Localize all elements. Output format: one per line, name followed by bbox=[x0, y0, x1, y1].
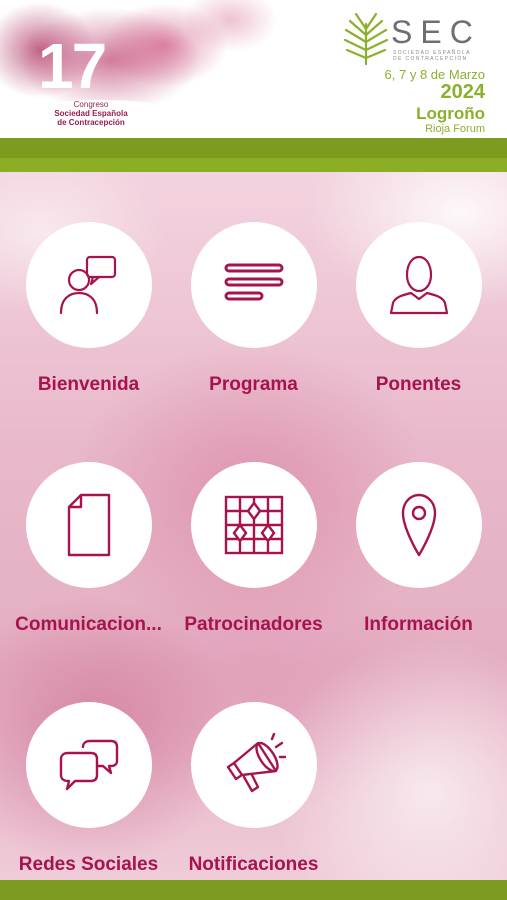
header-divider-bar bbox=[0, 138, 507, 158]
menu-item-bienvenida[interactable]: Bienvenida bbox=[6, 222, 171, 402]
welcome-speaker-icon bbox=[59, 255, 117, 315]
event-year: 2024 bbox=[440, 81, 486, 103]
menu-item-label[interactable]: Comunicacion... bbox=[6, 614, 171, 636]
sec-subtitle-line-2: DE CONTRACEPCIÓN bbox=[393, 56, 468, 62]
congress-title: Congreso Sociedad Española de Contracepc… bbox=[36, 100, 146, 127]
event-venue: Rioja Forum bbox=[425, 123, 485, 135]
event-city: Logroño bbox=[416, 104, 485, 123]
menu-area: Bienvenida Programa Ponentes Comunicacio… bbox=[0, 172, 507, 880]
header-divider-bar-light bbox=[0, 158, 507, 172]
program-lines-icon bbox=[224, 263, 284, 301]
sec-brand-name: SEC bbox=[391, 14, 481, 50]
footer-bar bbox=[0, 880, 507, 900]
congress-line-3: de Contracepción bbox=[57, 118, 125, 127]
menu-item-label[interactable]: Bienvenida bbox=[6, 374, 171, 396]
menu-item-ponentes[interactable]: Ponentes bbox=[336, 222, 501, 402]
menu-item-label[interactable]: Notificaciones bbox=[171, 854, 336, 876]
menu-item-label[interactable]: Patrocinadores bbox=[171, 614, 336, 636]
document-icon bbox=[67, 493, 111, 557]
congress-number: 17 bbox=[38, 30, 107, 102]
event-dates: 6, 7 y 8 de Marzo bbox=[384, 67, 485, 82]
menu-item-patrocinadores[interactable]: Patrocinadores bbox=[171, 462, 336, 642]
menu-item-label[interactable]: Redes Sociales bbox=[6, 854, 171, 876]
menu-item-programa[interactable]: Programa bbox=[171, 222, 336, 402]
map-pin-icon bbox=[401, 493, 437, 557]
sec-brand-subtitle: SOCIEDAD ESPAÑOLA DE CONTRACEPCIÓN bbox=[393, 50, 471, 62]
menu-item-circle[interactable] bbox=[356, 222, 482, 348]
menu-item-circle[interactable] bbox=[191, 222, 317, 348]
menu-item-label[interactable]: Ponentes bbox=[336, 374, 501, 396]
menu-item-circle[interactable] bbox=[26, 702, 152, 828]
menu-item-circle[interactable] bbox=[26, 462, 152, 588]
menu-item-circle[interactable] bbox=[26, 222, 152, 348]
app-header: 17 Congreso Sociedad Española de Contrac… bbox=[0, 0, 507, 138]
palm-leaf-icon bbox=[343, 12, 389, 66]
menu-item-circle[interactable] bbox=[191, 702, 317, 828]
megaphone-icon bbox=[226, 733, 286, 793]
sponsors-grid-icon bbox=[224, 495, 284, 555]
speaker-person-icon bbox=[389, 255, 449, 315]
menu-item-label[interactable]: Información bbox=[336, 614, 501, 636]
sec-logo: SEC SOCIEDAD ESPAÑOLA DE CONTRACEPCIÓN bbox=[335, 8, 485, 68]
menu-item-comunicaciones[interactable]: Comunicacion... bbox=[6, 462, 171, 642]
menu-item-label[interactable]: Programa bbox=[171, 374, 336, 396]
congress-line-1: Congreso bbox=[73, 100, 109, 109]
menu-item-redes-sociales[interactable]: Redes Sociales bbox=[6, 702, 171, 880]
menu-item-circle[interactable] bbox=[191, 462, 317, 588]
menu-item-notificaciones[interactable]: Notificaciones bbox=[171, 702, 336, 880]
menu-item-circle[interactable] bbox=[356, 462, 482, 588]
menu-item-informacion[interactable]: Información bbox=[336, 462, 501, 642]
chat-bubbles-icon bbox=[59, 739, 119, 791]
congress-line-2: Sociedad Española bbox=[54, 109, 128, 118]
